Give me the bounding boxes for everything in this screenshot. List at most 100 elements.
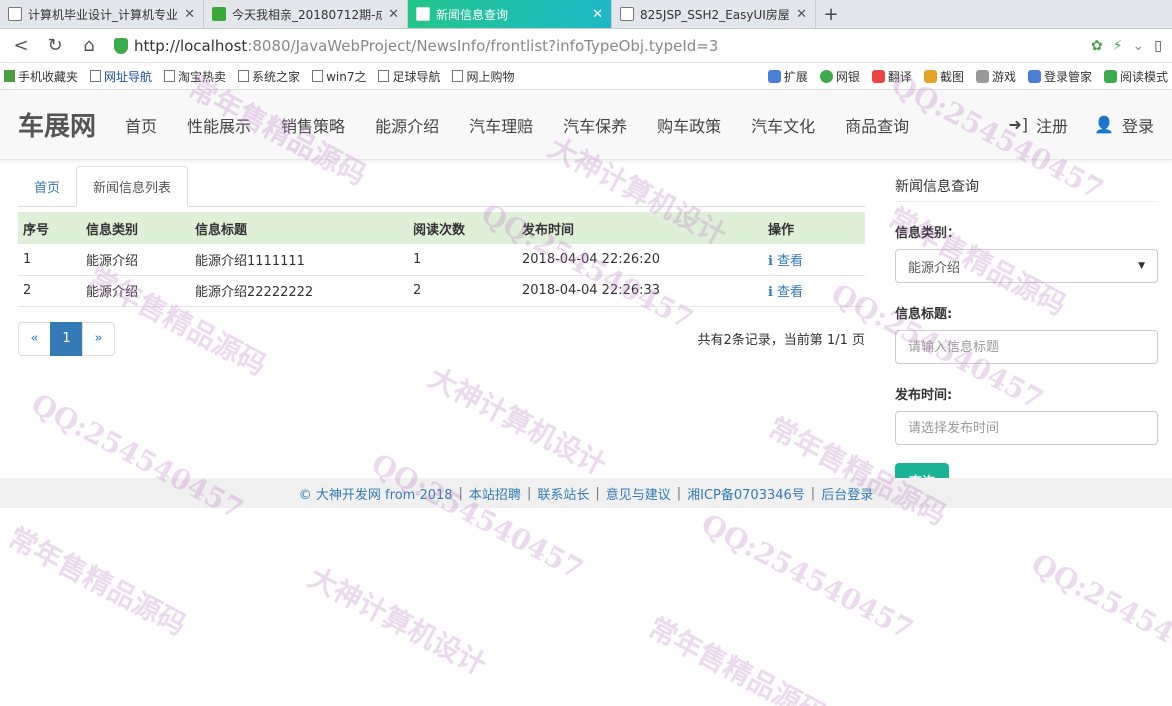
- video-icon: [212, 7, 226, 21]
- new-tab-button[interactable]: +: [816, 0, 846, 28]
- site-brand[interactable]: 车展网: [18, 106, 96, 143]
- page-icon: [416, 7, 430, 21]
- footer-copyright[interactable]: © 大神开发网 from 2018: [299, 484, 453, 503]
- chevron-down-icon[interactable]: ⌄: [1133, 38, 1145, 54]
- browser-tab-3[interactable]: 新闻信息查询 ✕: [408, 0, 612, 28]
- user-icon: 👤: [1094, 115, 1114, 134]
- bookmark-icon: [90, 70, 102, 82]
- col-header-time: 发布时间: [517, 212, 763, 244]
- browser-tab-bar: 计算机毕业设计_计算机专业毕业 ✕ 今天我相亲_20180712期-成都 ✕ 新…: [0, 0, 1172, 29]
- view-link[interactable]: i 查看: [768, 254, 803, 269]
- tab-home[interactable]: 首页: [18, 166, 76, 206]
- caret-down-icon: ▼: [1138, 261, 1145, 271]
- bookmark-label: win7之: [326, 69, 367, 84]
- reload-icon[interactable]: ↻: [38, 35, 72, 56]
- view-link[interactable]: i 查看: [768, 285, 803, 300]
- footer-jobs-link[interactable]: 本站招聘: [469, 484, 521, 503]
- nav-item-maintenance[interactable]: 汽车保养: [548, 113, 642, 137]
- extension-icon[interactable]: ✿: [1091, 38, 1103, 54]
- col-header-no: 序号: [18, 212, 81, 244]
- browser-tab-1[interactable]: 计算机毕业设计_计算机专业毕业 ✕: [0, 0, 204, 28]
- browser-tools: 扩展 网银 翻译 截图 游戏 登录管家 阅读模式: [767, 68, 1172, 85]
- footer-feedback-link[interactable]: 意见与建议: [606, 484, 671, 503]
- tool-games[interactable]: 游戏: [975, 68, 1016, 85]
- nav-item-sales[interactable]: 销售策略: [266, 113, 360, 137]
- key-icon: [1027, 69, 1041, 83]
- address-bar-tools: ✿ ⚡ ⌄ ▯: [1091, 38, 1168, 54]
- browser-tab-title: 计算机毕业设计_计算机专业毕业: [28, 7, 179, 22]
- footer-admin-link[interactable]: 后台登录: [821, 484, 873, 503]
- prev-page-button[interactable]: «: [18, 321, 51, 356]
- phone-icon[interactable]: ▯: [1154, 38, 1162, 54]
- nav-item-claims[interactable]: 汽车理赔: [454, 113, 548, 137]
- main-content: 首页 新闻信息列表 序号 信息类别 信息标题 阅读次数 发布时间 操作 1 能源…: [18, 166, 865, 356]
- close-icon[interactable]: ✕: [184, 7, 195, 22]
- tool-login-manager[interactable]: 登录管家: [1027, 68, 1092, 85]
- tool-label: 翻译: [887, 69, 912, 84]
- footer-separator: |: [526, 485, 532, 501]
- translate-icon: [871, 69, 885, 83]
- bookmark-item[interactable]: win7之: [312, 68, 366, 85]
- table-row: 2 能源介绍 能源介绍22222222 2 2018-04-04 22:26:3…: [18, 275, 865, 307]
- next-page-button[interactable]: »: [82, 321, 115, 356]
- cell-title: 能源介绍1111111: [190, 244, 408, 276]
- info-icon: i: [768, 253, 773, 269]
- footer-icp-link[interactable]: 湘ICP备0703346号: [687, 484, 805, 503]
- tab-news-list[interactable]: 新闻信息列表: [76, 166, 189, 207]
- bookmark-item[interactable]: 手机收藏夹: [4, 68, 78, 85]
- tool-translate[interactable]: 翻译: [871, 68, 912, 85]
- cell-reads: 2: [408, 275, 517, 307]
- bookmark-item[interactable]: 足球导航: [378, 68, 440, 85]
- nav-item-products[interactable]: 商品查询: [830, 113, 924, 137]
- tool-label: 登录管家: [1043, 69, 1092, 84]
- page-1-button[interactable]: 1: [50, 321, 83, 356]
- type-select[interactable]: 能源介绍 ▼: [895, 249, 1158, 283]
- cell-no: 2: [18, 275, 81, 307]
- lightning-icon[interactable]: ⚡: [1113, 38, 1123, 54]
- bookmark-item[interactable]: 网址导航: [90, 68, 152, 85]
- time-label: 发布时间:: [895, 388, 953, 403]
- back-icon[interactable]: <: [4, 35, 38, 56]
- title-input[interactable]: [895, 330, 1158, 364]
- bookmark-item[interactable]: 系统之家: [238, 68, 300, 85]
- cell-reads: 1: [408, 244, 517, 276]
- nav-item-home[interactable]: 首页: [110, 113, 172, 137]
- footer-separator: |: [810, 485, 816, 501]
- watermark-text: 常年售精品源码: [3, 520, 192, 642]
- tool-reading-mode[interactable]: 阅读模式: [1103, 68, 1168, 85]
- bookmark-label: 淘宝热卖: [178, 69, 227, 84]
- book-icon: [1103, 69, 1117, 83]
- watermark-text: QQ:254540457: [1025, 546, 1172, 687]
- url-input[interactable]: http://localhost :8080/JavaWebProject/Ne…: [106, 33, 1091, 59]
- bookmark-item[interactable]: 淘宝热卖: [164, 68, 226, 85]
- browser-tab-2[interactable]: 今天我相亲_20180712期-成都 ✕: [204, 0, 408, 28]
- browser-tab-4[interactable]: 825JSP_SSH2_EasyUI房屋房源 ✕: [612, 0, 816, 28]
- bookmark-label: 系统之家: [252, 69, 301, 84]
- nav-item-performance[interactable]: 性能展示: [172, 113, 266, 137]
- home-icon[interactable]: ⌂: [72, 35, 106, 56]
- footer-contact-link[interactable]: 联系站长: [537, 484, 589, 503]
- tool-screenshot[interactable]: 截图: [923, 68, 964, 85]
- close-icon[interactable]: ✕: [388, 7, 399, 22]
- footer-separator: |: [676, 485, 682, 501]
- pager-info: 共有2条记录，当前第 1/1 页: [697, 333, 865, 348]
- bookmark-item[interactable]: 网上购物: [452, 68, 514, 85]
- col-header-title: 信息标题: [190, 212, 408, 244]
- close-icon[interactable]: ✕: [796, 7, 807, 22]
- close-icon[interactable]: ✕: [592, 7, 603, 22]
- tool-bank[interactable]: 网银: [819, 68, 860, 85]
- tool-extend[interactable]: 扩展: [767, 68, 808, 85]
- nav-item-culture[interactable]: 汽车文化: [736, 113, 830, 137]
- nav-item-energy[interactable]: 能源介绍: [360, 113, 454, 137]
- view-label: 查看: [776, 253, 803, 269]
- type-label: 信息类别：: [895, 226, 961, 241]
- nav-item-policy[interactable]: 购车政策: [642, 113, 736, 137]
- watermark-text: QQ:254540457: [695, 506, 919, 647]
- sign-in-icon: ➜]: [1008, 115, 1029, 134]
- login-link[interactable]: 👤 登录: [1094, 113, 1154, 137]
- time-input[interactable]: [895, 411, 1158, 445]
- register-link[interactable]: ➜] 注册: [1008, 113, 1068, 137]
- cell-type: 能源介绍: [81, 244, 190, 276]
- footer: © 大神开发网 from 2018 | 本站招聘 | 联系站长 | 意见与建议 | 湘I…: [0, 478, 1172, 508]
- cell-action: i 查看: [763, 244, 865, 276]
